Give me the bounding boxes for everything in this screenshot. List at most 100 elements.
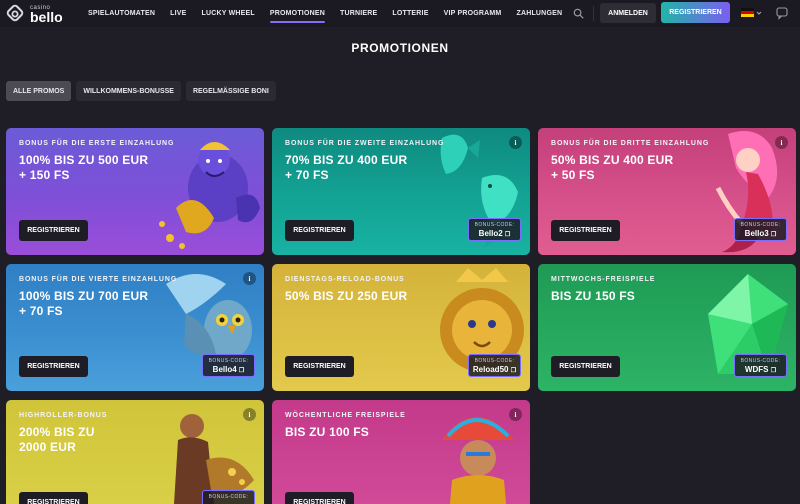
copy-icon: ❐ (770, 368, 777, 374)
card-headline-line1: 50% BIS ZU 250 EUR (285, 289, 408, 303)
copy-icon: ❐ (510, 368, 517, 374)
logo-big-text: bello (30, 8, 63, 25)
copy-icon: ❐ (770, 232, 777, 238)
card-headline-line2: + 50 FS (551, 168, 595, 182)
card-headline: 100% BIS ZU 700 EUR + 70 FS (19, 289, 179, 319)
card-headline: 50% BIS ZU 400 EUR + 50 FS (551, 153, 711, 183)
promo-card-weekly-freespins[interactable]: i WÖCHENTLICHE FREISPIELE BIS ZU 100 FS … (272, 400, 530, 504)
card-headline: 100% BIS ZU 500 EUR + 150 FS (19, 153, 179, 183)
card-subtitle: MITTWOCHS-FREISPIELE (551, 276, 656, 283)
card-register-button[interactable]: REGISTRIEREN (19, 220, 88, 241)
nav-item-spielautomaten[interactable]: SPIELAUTOMATEN (88, 0, 155, 27)
card-subtitle: BONUS FÜR DIE DRITTE EINZAHLUNG (551, 140, 710, 147)
chat-button[interactable] (775, 6, 789, 20)
promo-card-highroller[interactable]: i HIGHROLLER-BONUS 200% BIS ZU 2000 EUR … (6, 400, 264, 504)
card-headline-line1: 100% BIS ZU 700 EUR (19, 289, 149, 303)
nav-item-vip-programm[interactable]: VIP PROGRAMM (444, 0, 502, 27)
bonus-code-box[interactable]: BONUS-CODE: Bello2 ❐ (468, 218, 521, 241)
card-subtitle: BONUS FÜR DIE ZWEITE EINZAHLUNG (285, 140, 445, 147)
card-subtitle: BONUS FÜR DIE VIERTE EINZAHLUNG (19, 276, 178, 283)
bonus-code-value: Reload50 ❐ (472, 365, 517, 374)
card-register-button[interactable]: REGISTRIEREN (285, 220, 354, 241)
copy-icon: ❐ (504, 232, 511, 238)
register-button[interactable]: REGISTRIEREN (661, 2, 730, 23)
bonus-code-box[interactable]: BONUS-CODE: Bello3 ❐ (734, 218, 787, 241)
card-headline-line1: 100% BIS ZU 500 EUR (19, 153, 149, 167)
casino-logo[interactable]: casino bello (6, 3, 63, 25)
logo-mark-icon (6, 4, 26, 24)
card-headline-line1: 200% BIS ZU (19, 425, 95, 439)
nav-item-lucky-wheel[interactable]: LUCKY WHEEL (201, 0, 254, 27)
language-selector[interactable] (741, 8, 762, 17)
bonus-code-value: Bello4 ❐ (212, 365, 245, 374)
filter-regelmaessige-boni[interactable]: REGELMÄSSIGE BONI (185, 81, 276, 101)
bonus-code-label: BONUS-CODE: (740, 222, 781, 228)
card-headline: BIS ZU 100 FS (285, 425, 445, 440)
card-register-button[interactable]: REGISTRIEREN (19, 356, 88, 377)
chevron-down-icon (756, 11, 762, 15)
card-subtitle: HIGHROLLER-BONUS (19, 412, 108, 419)
filter-alle-promos[interactable]: ALLE PROMOS (6, 81, 72, 101)
card-register-button[interactable]: REGISTRIEREN (551, 356, 620, 377)
card-register-button[interactable]: REGISTRIEREN (19, 492, 88, 504)
bonus-code-box[interactable]: BONUS-CODE: Bello4 ❐ (202, 354, 255, 377)
german-flag-icon (741, 8, 754, 17)
info-icon[interactable]: i (243, 408, 256, 421)
page-title: PROMOTIONEN (351, 41, 449, 55)
bonus-code-label: BONUS-CODE: (474, 222, 515, 228)
main-nav: SPIELAUTOMATEN LIVE LUCKY WHEEL PROMOTIO… (88, 0, 562, 27)
card-headline-line2: + 70 FS (285, 168, 329, 182)
card-headline: 70% BIS ZU 400 EUR + 70 FS (285, 153, 445, 183)
nav-item-turniere[interactable]: TURNIERE (340, 0, 377, 27)
bonus-code-box[interactable]: BONUS-CODE: (202, 490, 255, 504)
card-subtitle: WÖCHENTLICHE FREISPIELE (285, 412, 406, 419)
bonus-code-value: Bello2 ❐ (478, 229, 511, 238)
bonus-code-value: WDFS ❐ (744, 365, 777, 374)
header-divider (593, 6, 594, 21)
promo-filter-tabs: ALLE PROMOS WILLKOMMENS-BONUSSE REGELMÄS… (6, 81, 276, 101)
bonus-code-label: BONUS-CODE: (208, 494, 249, 500)
info-icon[interactable]: i (509, 136, 522, 149)
bonus-code-box[interactable]: BONUS-CODE: Reload50 ❐ (468, 354, 521, 377)
card-headline-line1: 70% BIS ZU 400 EUR (285, 153, 408, 167)
nav-item-lotterie[interactable]: LOTTERIE (392, 0, 428, 27)
promo-card-first-deposit[interactable]: BONUS FÜR DIE ERSTE EINZAHLUNG 100% BIS … (6, 128, 264, 255)
login-button[interactable]: ANMELDEN (600, 3, 656, 23)
card-headline-line1: BIS ZU 100 FS (285, 425, 369, 439)
bonus-code-label: BONUS-CODE: (740, 358, 781, 364)
card-headline-line2: + 70 FS (19, 304, 63, 318)
nav-item-promotionen[interactable]: PROMOTIONEN (269, 0, 326, 27)
card-register-button[interactable]: REGISTRIEREN (285, 356, 354, 377)
top-header: casino bello SPIELAUTOMATEN LIVE LUCKY W… (0, 0, 800, 27)
card-register-button[interactable]: REGISTRIEREN (285, 492, 354, 504)
nav-item-live[interactable]: LIVE (170, 0, 186, 27)
promo-card-fourth-deposit[interactable]: i BONUS FÜR DIE VIERTE EINZAHLUNG 100% B… (6, 264, 264, 391)
card-headline-line1: 50% BIS ZU 400 EUR (551, 153, 674, 167)
card-subtitle: BONUS FÜR DIE ERSTE EINZAHLUNG (19, 140, 175, 147)
promo-card-second-deposit[interactable]: i BONUS FÜR DIE ZWEITE EINZAHLUNG 70% BI… (272, 128, 530, 255)
card-subtitle: DIENSTAGS-RELOAD-BONUS (285, 276, 405, 283)
info-icon[interactable]: i (509, 408, 522, 421)
card-register-button[interactable]: REGISTRIEREN (551, 220, 620, 241)
promo-card-wednesday-freespins[interactable]: MITTWOCHS-FREISPIELE BIS ZU 150 FS REGIS… (538, 264, 796, 391)
bonus-code-label: BONUS-CODE: (208, 358, 249, 364)
search-icon (573, 8, 583, 19)
genie-illustration (159, 142, 260, 249)
info-icon[interactable]: i (775, 136, 788, 149)
filter-willkommens-bonusse[interactable]: WILLKOMMENS-BONUSSE (76, 81, 181, 101)
bonus-code-box[interactable]: BONUS-CODE: WDFS ❐ (734, 354, 787, 377)
search-button[interactable] (568, 4, 588, 23)
copy-icon: ❐ (238, 368, 245, 374)
info-icon[interactable]: i (243, 272, 256, 285)
bonus-code-label: BONUS-CODE: (474, 358, 515, 364)
card-headline: BIS ZU 150 FS (551, 289, 711, 304)
bonus-code-value: Bello3 ❐ (744, 229, 777, 238)
card-headline: 200% BIS ZU 2000 EUR (19, 425, 179, 455)
chat-icon (776, 7, 788, 20)
promo-card-third-deposit[interactable]: i BONUS FÜR DIE DRITTE EINZAHLUNG 50% BI… (538, 128, 796, 255)
card-headline: 50% BIS ZU 250 EUR (285, 289, 445, 304)
card-headline-line1: BIS ZU 150 FS (551, 289, 635, 303)
card-headline-line2: 2000 EUR (19, 440, 76, 454)
promo-card-tuesday-reload[interactable]: DIENSTAGS-RELOAD-BONUS 50% BIS ZU 250 EU… (272, 264, 530, 391)
nav-item-zahlungen[interactable]: ZAHLUNGEN (516, 0, 562, 27)
